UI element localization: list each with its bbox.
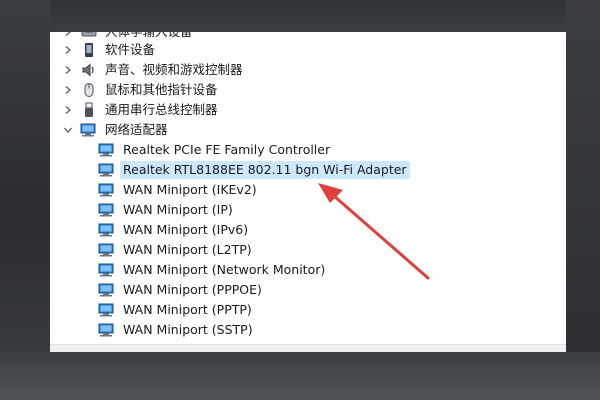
device-label: WAN Miniport (IP): [123, 202, 233, 217]
device-item[interactable]: WAN Miniport (IKEv2): [98, 180, 260, 200]
background-left: [0, 0, 50, 400]
device-item[interactable]: WAN Miniport (Network Monitor): [98, 260, 328, 280]
chevron-right-icon[interactable]: [62, 100, 74, 120]
category-label: 鼠标和其他指针设备: [105, 82, 218, 97]
device-label: Realtek RTL8188EE 802.11 bgn Wi-Fi Adapt…: [120, 161, 410, 179]
device-label: WAN Miniport (L2TP): [123, 242, 252, 257]
category-usb-controllers[interactable]: 通用串行总线控制器: [62, 100, 221, 120]
chevron-down-icon[interactable]: [62, 120, 74, 140]
category-label: 软件设备: [105, 42, 156, 57]
device-label: Realtek PCIe FE Family Controller: [123, 142, 331, 157]
chevron-right-icon[interactable]: [62, 80, 74, 100]
horizontal-scrollbar[interactable]: [50, 344, 566, 352]
device-item[interactable]: Realtek PCIe FE Family Controller: [98, 140, 333, 160]
device-item[interactable]: WAN Miniport (PPPOE): [98, 280, 265, 300]
device-item-selected[interactable]: Realtek RTL8188EE 802.11 bgn Wi-Fi Adapt…: [98, 160, 410, 180]
network-adapter-icon: [98, 202, 116, 218]
network-adapter-icon: [98, 302, 116, 318]
chevron-right-icon[interactable]: [62, 40, 74, 60]
device-item[interactable]: WAN Miniport (IPv6): [98, 220, 251, 240]
software-device-icon: [80, 42, 98, 58]
device-item[interactable]: WAN Miniport (L2TP): [98, 240, 255, 260]
network-adapter-icon: [98, 262, 116, 278]
background-right: [566, 0, 600, 400]
category-sound-video-game[interactable]: 声音、视频和游戏控制器: [62, 60, 246, 80]
category-network-adapters[interactable]: 网络适配器: [62, 120, 171, 140]
device-item[interactable]: WAN Miniport (PPTP): [98, 300, 255, 320]
network-adapter-icon: [98, 282, 116, 298]
device-manager-tree-panel: 人体学输入设备 软件设备: [50, 32, 566, 352]
network-adapter-icon: [98, 242, 116, 258]
hid-icon: [80, 32, 98, 40]
category-label: 通用串行总线控制器: [105, 102, 218, 117]
speaker-icon: [80, 62, 98, 78]
background-top: [50, 0, 566, 32]
device-item[interactable]: WAN Miniport (SSTP): [98, 320, 256, 340]
device-item[interactable]: WAN Miniport (IP): [98, 200, 236, 220]
background-bottom: [0, 352, 600, 400]
category-software-devices[interactable]: 软件设备: [62, 40, 158, 60]
network-adapter-icon: [98, 142, 116, 158]
chevron-right-icon[interactable]: [62, 60, 74, 80]
device-label: WAN Miniport (Network Monitor): [123, 262, 326, 277]
mouse-icon: [80, 82, 98, 98]
network-adapter-icon: [98, 322, 116, 338]
category-label: 声音、视频和游戏控制器: [105, 62, 243, 77]
device-label: WAN Miniport (IKEv2): [123, 182, 257, 197]
network-adapter-icon: [80, 122, 98, 138]
device-label: WAN Miniport (IPv6): [123, 222, 249, 237]
category-mice-pointing[interactable]: 鼠标和其他指针设备: [62, 80, 221, 100]
device-label: WAN Miniport (PPPOE): [123, 282, 262, 297]
network-adapter-icon: [98, 162, 116, 178]
device-label: WAN Miniport (SSTP): [123, 322, 253, 337]
usb-icon: [80, 102, 98, 118]
network-adapter-icon: [98, 222, 116, 238]
category-label: 网络适配器: [105, 122, 168, 137]
device-label: WAN Miniport (PPTP): [123, 302, 252, 317]
network-adapter-icon: [98, 182, 116, 198]
